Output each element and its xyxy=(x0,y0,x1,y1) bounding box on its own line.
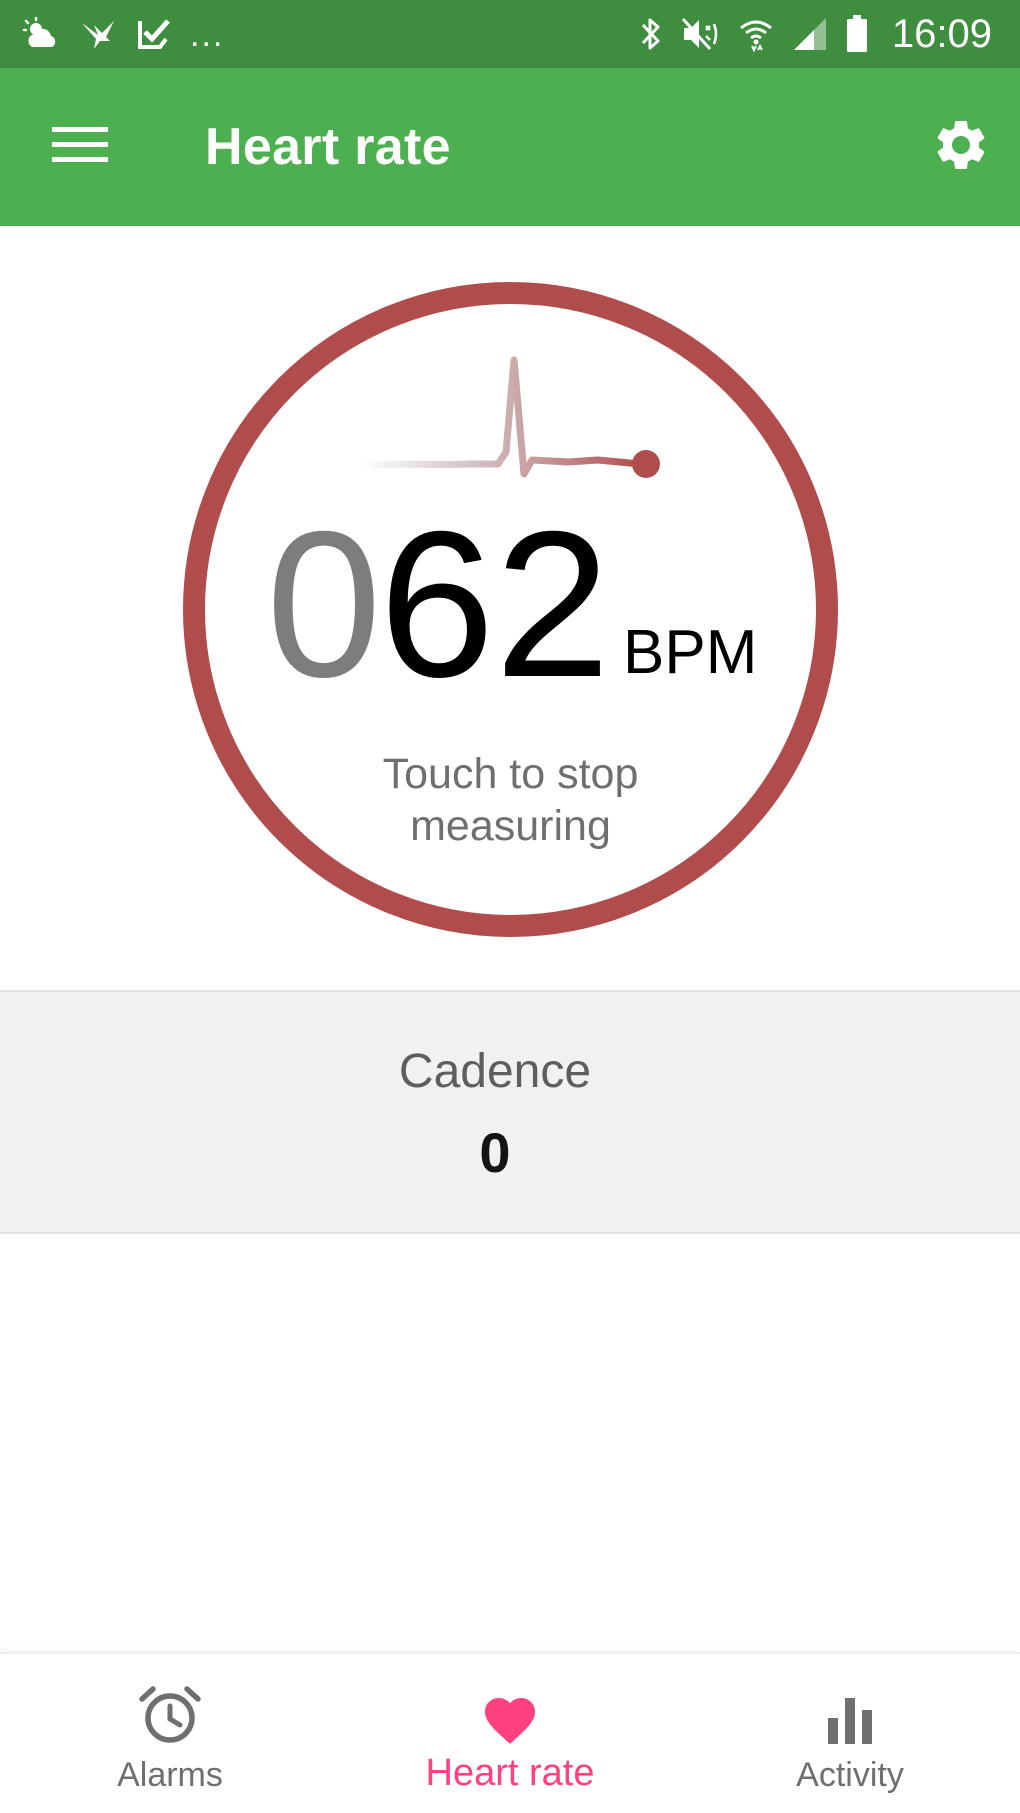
notification-overflow: ... xyxy=(190,16,225,54)
heart-rate-readout: 0 62 BPM xyxy=(183,489,838,721)
heart-rate-dial[interactable]: 0 62 BPM Touch to stop measuring xyxy=(183,282,838,937)
heart-icon xyxy=(480,1654,540,1746)
cadence-label: Cadence xyxy=(398,1045,592,1098)
signal-icon xyxy=(792,14,828,54)
bird-icon xyxy=(80,14,118,54)
heart-rate-value: 62 xyxy=(379,489,611,721)
nav-item-alarms[interactable]: Alarms xyxy=(20,1654,320,1813)
cadence-panel: Cadence 0 xyxy=(0,990,1020,1234)
mute-icon xyxy=(680,14,720,54)
heart-rate-unit: BPM xyxy=(623,618,758,687)
nav-label-heart-rate: Heart rate xyxy=(425,1752,595,1794)
nav-item-heart-rate[interactable]: Heart rate xyxy=(360,1654,660,1813)
nav-label-activity: Activity xyxy=(796,1756,904,1794)
menu-button[interactable] xyxy=(40,112,120,182)
cadence-value: 0 xyxy=(479,1121,511,1184)
status-left: ... xyxy=(22,14,224,54)
stop-measuring-hint-line2: measuring xyxy=(410,802,611,850)
wifi-icon xyxy=(738,14,774,54)
app-bar: Heart rate xyxy=(0,68,1020,226)
status-bar: ... 16:09 xyxy=(0,0,1020,68)
weather-icon xyxy=(22,14,62,54)
nav-label-alarms: Alarms xyxy=(117,1756,223,1794)
heart-rate-leading-digit: 0 xyxy=(266,489,382,721)
bluetooth-icon xyxy=(640,14,662,54)
bottom-navigation: Alarms Heart rate Activity xyxy=(0,1652,1020,1813)
bar-chart-icon xyxy=(826,1654,874,1746)
gear-icon xyxy=(931,115,991,180)
settings-button[interactable] xyxy=(926,112,996,182)
page-title: Heart rate xyxy=(205,118,451,176)
status-right: 16:09 xyxy=(640,12,992,57)
battery-icon xyxy=(846,14,868,54)
status-time: 16:09 xyxy=(891,11,992,56)
stop-measuring-hint-line1: Touch to stop xyxy=(382,750,639,798)
check-icon xyxy=(136,14,172,54)
alarm-clock-icon xyxy=(139,1654,201,1746)
pulse-wave-icon xyxy=(358,356,660,478)
heart-rate-screen: ... 16:09 Heart rate 0 62 BPM Touch to s… xyxy=(0,0,1020,1813)
menu-icon xyxy=(52,125,108,170)
stop-measuring-hint: Touch to stop measuring xyxy=(183,748,838,852)
nav-item-activity[interactable]: Activity xyxy=(700,1654,1000,1813)
